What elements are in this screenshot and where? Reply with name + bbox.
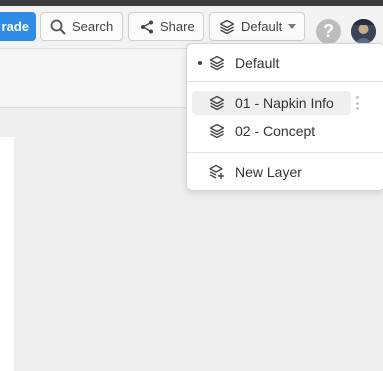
- new-layer-button[interactable]: New Layer: [192, 160, 351, 184]
- new-layer-label: New Layer: [235, 164, 302, 180]
- share-icon: [141, 20, 153, 33]
- layer-menu-item-concept[interactable]: 02 - Concept: [192, 119, 351, 143]
- upgrade-button[interactable]: rade: [0, 12, 36, 41]
- layers-icon: [209, 55, 225, 71]
- layer-menu-item-default[interactable]: Default: [192, 51, 351, 75]
- layers-icon: [209, 95, 225, 111]
- help-icon-glyph: ?: [323, 21, 334, 41]
- search-button-label: Search: [72, 19, 114, 34]
- add-layer-icon: [209, 164, 224, 179]
- layer-menu-item-label: 01 - Napkin Info: [235, 95, 334, 111]
- share-button-label: Share: [160, 19, 195, 34]
- layer-select-button[interactable]: Default: [209, 12, 305, 41]
- menu-divider: [187, 152, 383, 153]
- help-icon[interactable]: ?: [316, 19, 341, 44]
- canvas-sheet[interactable]: [0, 137, 14, 371]
- layer-menu-item-napkin-info[interactable]: 01 - Napkin Info: [192, 91, 359, 115]
- layers-icon: [209, 123, 225, 139]
- layer-menu-item-label: 02 - Concept: [235, 123, 316, 139]
- layers-icon: [219, 19, 235, 34]
- layer-menu-item-label: Default: [235, 55, 280, 71]
- search-icon: [50, 19, 66, 34]
- more-options-icon[interactable]: [356, 96, 359, 110]
- avatar-image: [351, 19, 376, 44]
- search-button[interactable]: Search: [40, 12, 123, 41]
- active-bullet-icon: [198, 61, 202, 65]
- layer-select-label: Default: [241, 19, 283, 34]
- layer-dropdown-menu: Default 01 - Napkin Info 02 - Concept Ne…: [186, 43, 383, 191]
- avatar[interactable]: [351, 19, 376, 44]
- upgrade-button-label: rade: [1, 19, 29, 34]
- chevron-down-icon: [288, 24, 297, 29]
- share-button[interactable]: Share: [128, 12, 204, 41]
- menu-divider: [187, 81, 383, 82]
